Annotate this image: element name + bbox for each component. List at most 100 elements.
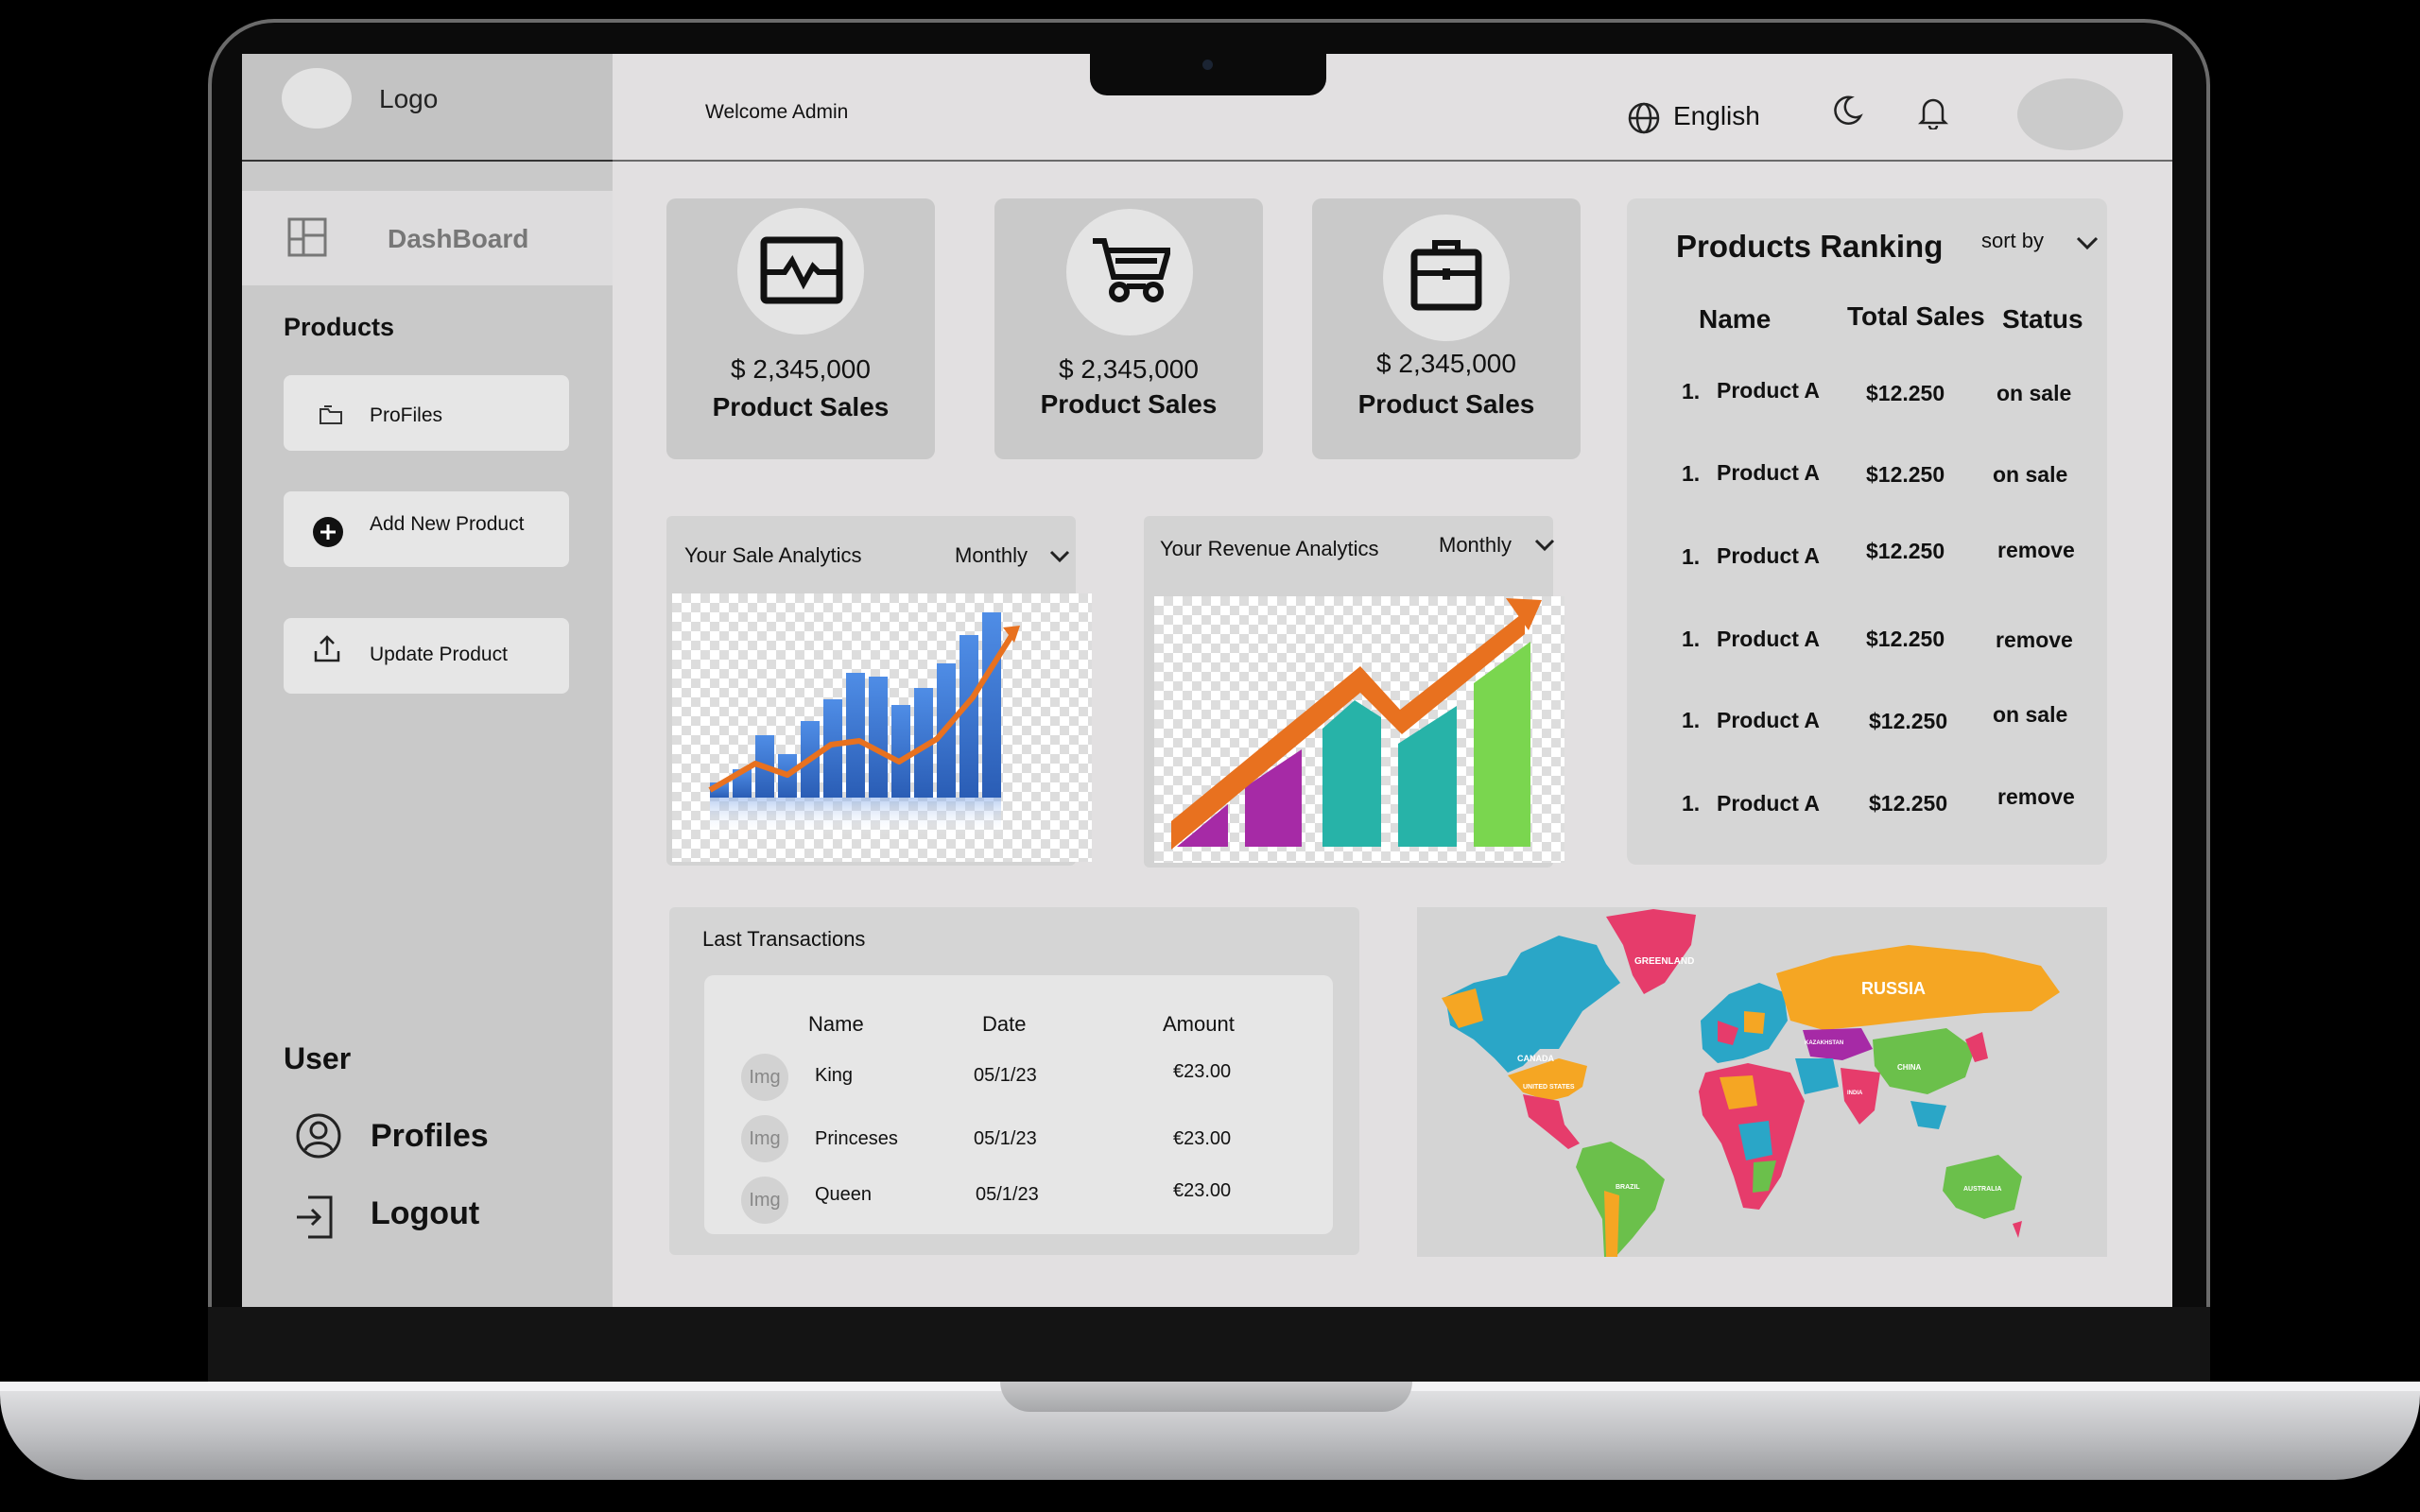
ranking-product-name[interactable]: Product A <box>1717 460 1820 486</box>
transaction-date: 05/1/23 <box>976 1184 1039 1205</box>
stat-label: Product Sales <box>1357 389 1535 419</box>
laptop-opening-notch <box>1000 1382 1412 1412</box>
transactions-col-amount: Amount <box>1163 1012 1235 1036</box>
transaction-name: Princeses <box>815 1128 898 1149</box>
map-label-canada: CANADA <box>1517 1054 1554 1063</box>
stat-label: Product Sales <box>1040 389 1218 419</box>
alaska-landmass <box>1442 988 1483 1028</box>
avatar[interactable] <box>2017 78 2123 150</box>
sale-analytics-title: Your Sale Analytics <box>684 543 862 567</box>
screen: Logo DashBoard Products ProFiles Add New… <box>242 54 2172 1307</box>
laptop-chin <box>208 1307 2210 1384</box>
analytics-icon <box>760 236 843 304</box>
transaction-date: 05/1/23 <box>974 1065 1037 1086</box>
ranking-rank: 1. <box>1682 544 1701 569</box>
transaction-amount: €23.00 <box>1173 1128 1232 1149</box>
stat-value: $ 2,345,000 <box>731 354 871 384</box>
transactions-col-name: Name <box>808 1012 864 1036</box>
briefcase-icon <box>1410 240 1482 311</box>
sidebar-item-profiles-label: ProFiles <box>370 404 443 426</box>
ranking-status: remove <box>1997 784 2075 809</box>
transaction-avatar: Img <box>741 1115 788 1162</box>
south-america-landmass <box>1576 1142 1665 1257</box>
revenue-analytics-chart <box>1154 596 1564 863</box>
sidebar-logout-link[interactable]: Logout <box>371 1195 479 1232</box>
map-label-russia: RUSSIA <box>1861 979 1926 998</box>
logo-image[interactable] <box>282 68 352 129</box>
map-label-india: INDIA <box>1847 1091 1863 1096</box>
india-landmass <box>1841 1068 1880 1125</box>
revenue-analytics-period-select[interactable]: Monthly <box>1439 533 1512 558</box>
sort-by-dropdown[interactable]: sort by <box>1981 229 2044 253</box>
header-divider <box>613 160 2172 162</box>
camera <box>1202 60 1213 70</box>
dashboard-icon <box>287 217 327 257</box>
welcome-text: Welcome Admin <box>705 101 849 123</box>
ranking-sales: $12.250 <box>1866 627 1945 651</box>
ranking-product-name[interactable]: Product A <box>1717 791 1820 816</box>
map-label-china: CHINA <box>1897 1063 1922 1072</box>
ranking-product-name[interactable]: Product A <box>1717 708 1820 733</box>
chevron-down-icon[interactable] <box>1532 533 1557 558</box>
map-label-kazakhstan: KAZAKHSTAN <box>1805 1040 1843 1046</box>
ranking-product-name[interactable]: Product A <box>1717 543 1820 569</box>
ranking-sales: $12.250 <box>1869 791 1948 816</box>
ranking-rank: 1. <box>1682 627 1701 651</box>
transaction-amount: €23.00 <box>1173 1061 1232 1082</box>
map-label-united-states: UNITED STATES <box>1523 1084 1575 1091</box>
ranking-sales: $12.250 <box>1866 539 1945 563</box>
sidebar-item-add-product-label: Add New Product <box>370 513 525 535</box>
upload-icon <box>314 635 340 662</box>
ranking-status: on sale <box>1993 702 2068 727</box>
ranking-col-total-sales: Total Sales <box>1847 301 1985 331</box>
revenue-analytics-title: Your Revenue Analytics <box>1160 537 1379 560</box>
transaction-name: Queen <box>815 1184 873 1205</box>
middle-east-landmass <box>1795 1058 1839 1094</box>
moon-icon[interactable] <box>1830 94 1864 128</box>
bell-icon[interactable] <box>1915 94 1951 129</box>
add-circle-icon <box>313 517 343 547</box>
ranking-status: remove <box>1997 538 2075 562</box>
globe-icon[interactable] <box>1627 101 1661 135</box>
transactions-col-date: Date <box>982 1012 1027 1036</box>
ranking-rank: 1. <box>1682 461 1701 486</box>
transaction-name: King <box>815 1065 854 1086</box>
chevron-down-icon[interactable] <box>2074 230 2100 256</box>
ranking-status: on sale <box>1996 381 2072 405</box>
world-map: GREENLAND RUSSIA CANADA UNITED STATES CH… <box>1442 909 2060 1257</box>
ranking-col-name: Name <box>1699 304 1772 334</box>
ranking-product-name[interactable]: Product A <box>1717 378 1820 404</box>
sale-analytics-period-select[interactable]: Monthly <box>955 543 1028 568</box>
map-label-brazil: BRAZIL <box>1616 1184 1640 1191</box>
chevron-down-icon[interactable] <box>1047 544 1072 569</box>
products-heading: Products <box>284 313 395 341</box>
user-heading: User <box>284 1041 352 1075</box>
stat-value: $ 2,345,000 <box>1376 349 1516 378</box>
stat-label: Product Sales <box>712 392 890 421</box>
mexico-landmass <box>1523 1094 1580 1149</box>
map-label-greenland: GREENLAND <box>1634 956 1694 967</box>
ranking-rank: 1. <box>1682 379 1701 404</box>
products-ranking-card <box>1627 198 2107 865</box>
last-transactions-title: Last Transactions <box>702 927 866 951</box>
argentina-landmass <box>1604 1191 1619 1257</box>
language-selector[interactable]: English <box>1673 101 1760 131</box>
transaction-avatar: Img <box>741 1177 788 1224</box>
user-profile-icon <box>296 1113 341 1159</box>
sidebar-item-update-product-label: Update Product <box>370 644 508 665</box>
ranking-product-name[interactable]: Product A <box>1717 627 1820 652</box>
world-map-card: GREENLAND RUSSIA CANADA UNITED STATES CH… <box>1417 907 2107 1257</box>
ranking-sales: $12.250 <box>1869 709 1948 733</box>
ranking-sales: $12.250 <box>1866 381 1945 405</box>
sale-analytics-chart <box>672 593 1092 862</box>
stat-value: $ 2,345,000 <box>1059 354 1199 384</box>
ranking-status: on sale <box>1993 462 2068 487</box>
greenland-landmass <box>1606 909 1696 994</box>
transaction-avatar: Img <box>741 1054 788 1101</box>
cart-icon <box>1093 238 1170 302</box>
ranking-rank: 1. <box>1682 708 1701 732</box>
sidebar-profiles-link[interactable]: Profiles <box>371 1118 489 1155</box>
transaction-date: 05/1/23 <box>974 1128 1037 1149</box>
ranking-status: remove <box>1996 627 2073 652</box>
ranking-rank: 1. <box>1682 791 1701 816</box>
